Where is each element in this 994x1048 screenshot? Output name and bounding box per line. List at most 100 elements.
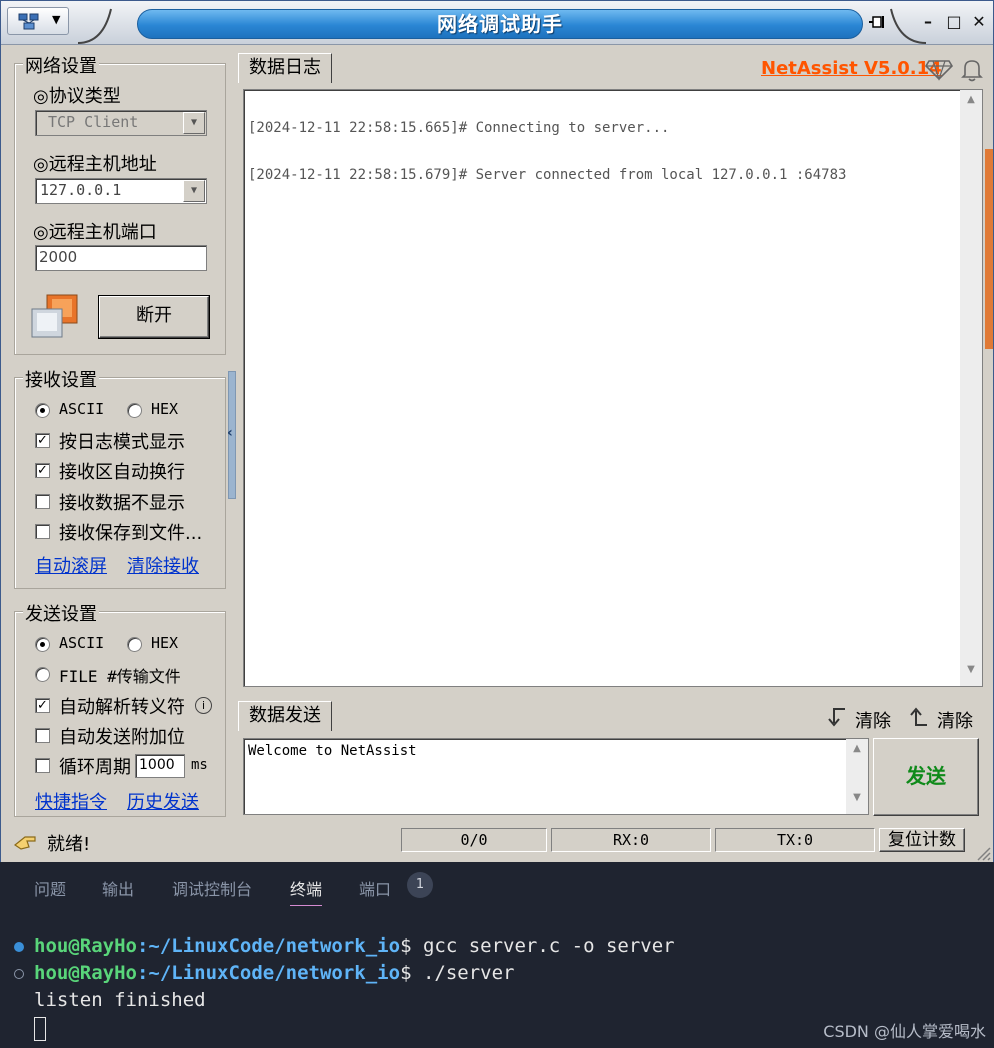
send-scrollbar[interactable]: ▲ ▼ [846, 739, 868, 814]
clear-send-button[interactable]: 清除 [937, 707, 973, 733]
ports-count-badge: 1 [407, 872, 433, 898]
append-bits-label: 自动发送附加位 [59, 727, 185, 748]
csdn-watermark: CSDN @仙人掌爱喝水 [823, 1022, 986, 1041]
loop-period-unit: ms [191, 757, 208, 773]
send-settings-group: 发送设置 ASCII HEX FILE #传输文件 ✓ 自动解析转义符 i 自动… [14, 600, 226, 817]
maximize-button[interactable]: □ [941, 10, 967, 34]
command-running-icon[interactable] [14, 969, 24, 979]
send-text-area[interactable]: Welcome to NetAssist ▲ ▼ [243, 738, 869, 815]
clear-send-history-button[interactable]: 清除 [855, 707, 891, 733]
status-rx: RX:0 [551, 828, 711, 852]
connection-icon [31, 294, 78, 338]
save-to-file-checkbox[interactable] [35, 524, 50, 539]
remote-host-select[interactable]: 127.0.0.1 ▼ [35, 178, 207, 204]
reset-count-button[interactable]: 复位计数 [879, 828, 965, 852]
receive-settings-legend: 接收设置 [23, 366, 99, 392]
clear-receive-link[interactable]: 清除接收 [127, 552, 199, 578]
chevron-down-icon[interactable]: ▼ [183, 112, 205, 134]
receive-hex-radio[interactable] [127, 403, 142, 418]
send-settings-legend: 发送设置 [23, 600, 99, 626]
shortcut-commands-link[interactable]: 快捷指令 [35, 788, 107, 814]
status-ready: 就绪! [47, 834, 91, 855]
receive-ascii-label: ASCII [59, 400, 105, 418]
hide-data-checkbox[interactable] [35, 494, 50, 509]
tab-data-send[interactable]: 数据发送 [238, 701, 332, 731]
send-hex-radio[interactable] [127, 637, 142, 652]
disconnect-button[interactable]: 断开 [98, 295, 210, 339]
collapse-arrow-icon[interactable]: ‹ [227, 425, 233, 441]
scroll-down-icon[interactable]: ▼ [846, 792, 868, 810]
loop-period-label: 循环周期 [59, 757, 131, 778]
window-title: 网络调试助手 [137, 9, 863, 39]
parse-escape-label: 自动解析转义符 [59, 697, 185, 718]
remote-host-label: ◎远程主机地址 [33, 154, 157, 175]
log-scrollbar[interactable]: ▲ ▼ [960, 90, 982, 686]
clear-down-icon[interactable] [825, 705, 849, 729]
title-swoosh-left [77, 8, 112, 44]
network-settings-legend: 网络设置 [23, 52, 99, 78]
log-mode-label: 按日志模式显示 [59, 432, 185, 453]
terminal-path: :~/LinuxCode/network_io [136, 935, 401, 957]
tab-output[interactable]: 输出 [102, 876, 134, 900]
client-area: 网络设置 ◎协议类型 TCP Client ▼ ◎远程主机地址 127.0.0.… [1, 45, 993, 863]
log-mode-checkbox[interactable]: ✓ [35, 433, 50, 448]
parse-escape-checkbox[interactable]: ✓ [35, 698, 50, 713]
resize-grip-icon[interactable] [975, 845, 991, 861]
append-bits-checkbox[interactable] [35, 728, 50, 743]
close-button[interactable]: ✕ [966, 10, 992, 34]
scroll-up-icon[interactable]: ▲ [846, 743, 868, 761]
netassist-brand-link[interactable]: NetAssist V5.0.14 [761, 58, 942, 79]
status-bar: 就绪! 0/0 RX:0 TX:0 复位计数 [1, 825, 993, 863]
bell-icon[interactable] [959, 57, 985, 83]
protocol-value: TCP Client [48, 113, 139, 131]
hand-pointer-icon [13, 836, 36, 850]
history-send-link[interactable]: 历史发送 [127, 788, 199, 814]
chevron-down-icon: ▼ [52, 13, 61, 26]
send-file-radio[interactable] [35, 667, 50, 682]
scroll-down-icon[interactable]: ▼ [960, 664, 982, 682]
send-ascii-radio[interactable] [35, 637, 50, 652]
loop-period-input[interactable]: 1000 [135, 754, 185, 778]
tab-problems[interactable]: 问题 [34, 876, 66, 900]
title-bar: ▼ 网络调试助手 – □ ✕ [1, 1, 993, 45]
tab-ports[interactable]: 端口 [359, 876, 391, 900]
status-count: 0/0 [401, 828, 547, 852]
send-hex-label: HEX [151, 634, 179, 652]
terminal-line: hou@RayHo:~/LinuxCode/network_io$ ./serv… [34, 962, 514, 984]
save-to-file-label: 接收保存到文件... [59, 523, 203, 544]
terminal-path: :~/LinuxCode/network_io [136, 962, 401, 984]
pin-icon [869, 16, 884, 28]
loop-period-checkbox[interactable] [35, 758, 50, 773]
terminal-user: hou@RayHo [34, 935, 137, 957]
receive-settings-group: 接收设置 ASCII HEX ✓ 按日志模式显示 ✓ 接收区自动换行 接收数据不… [14, 366, 226, 589]
terminal-user: hou@RayHo [34, 962, 137, 984]
receive-hex-label: HEX [151, 400, 179, 418]
auto-wrap-label: 接收区自动换行 [59, 462, 185, 483]
clear-up-icon[interactable] [907, 705, 931, 729]
status-tx: TX:0 [715, 828, 875, 852]
remote-host-value: 127.0.0.1 [40, 181, 122, 199]
minimize-button[interactable]: – [915, 10, 941, 34]
orange-side-bar [985, 149, 993, 349]
terminal-command: $ gcc server.c -o server [400, 935, 675, 957]
tab-terminal[interactable]: 终端 [290, 876, 323, 906]
system-menu-button[interactable]: ▼ [7, 7, 69, 35]
auto-wrap-checkbox[interactable]: ✓ [35, 463, 50, 478]
pin-button[interactable] [865, 10, 891, 34]
send-button[interactable]: 发送 [873, 738, 979, 816]
command-success-icon[interactable] [14, 942, 24, 952]
receive-log-area[interactable]: [2024-12-11 22:58:15.665]# Connecting to… [243, 89, 983, 687]
terminal-cursor[interactable] [34, 1017, 46, 1041]
diamond-icon[interactable] [925, 57, 953, 81]
info-icon[interactable]: i [195, 697, 212, 714]
auto-scroll-link[interactable]: 自动滚屏 [35, 552, 107, 578]
scroll-up-icon[interactable]: ▲ [960, 94, 982, 112]
protocol-select[interactable]: TCP Client ▼ [35, 110, 207, 136]
tab-debug-console[interactable]: 调试控制台 [172, 876, 252, 900]
chevron-down-icon[interactable]: ▼ [183, 180, 205, 202]
receive-ascii-radio[interactable] [35, 403, 50, 418]
remote-port-input[interactable]: 2000 [35, 245, 207, 271]
network-settings-group: 网络设置 ◎协议类型 TCP Client ▼ ◎远程主机地址 127.0.0.… [14, 52, 226, 355]
hide-data-label: 接收数据不显示 [59, 493, 185, 514]
tab-data-log[interactable]: 数据日志 [238, 53, 332, 83]
